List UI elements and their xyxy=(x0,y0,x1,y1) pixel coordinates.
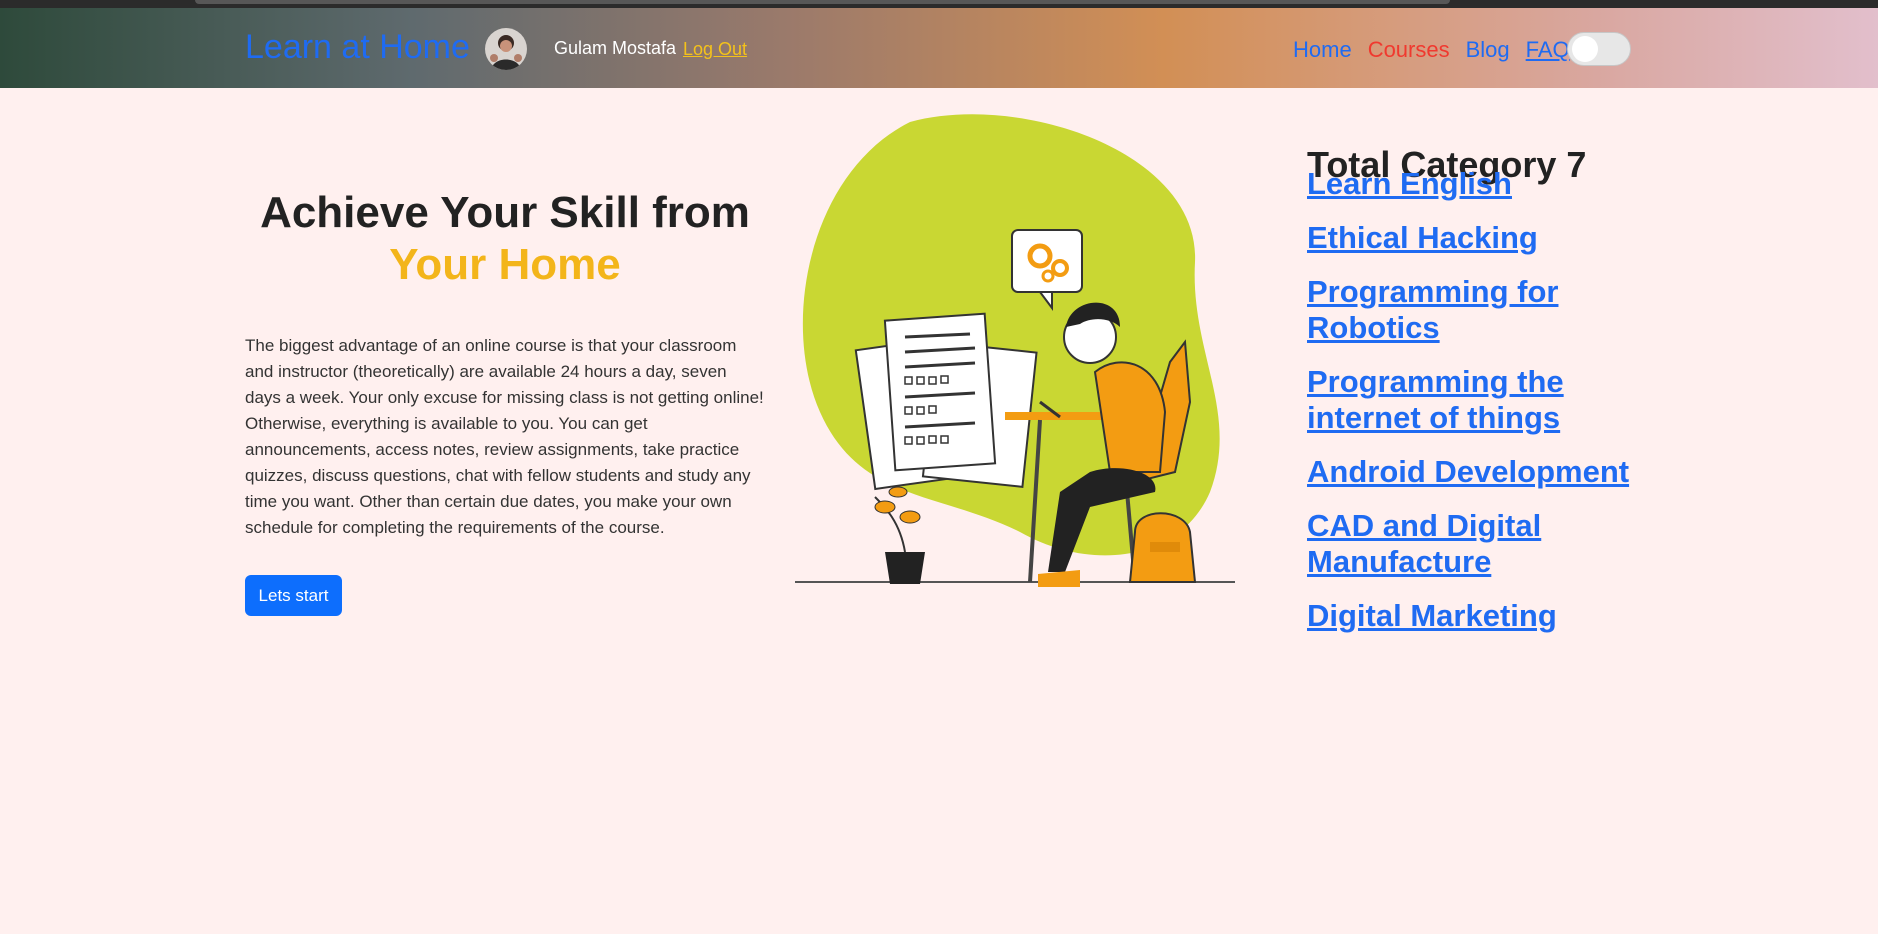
toggle-knob xyxy=(1572,36,1598,62)
category-link-learn-english[interactable]: Learn English xyxy=(1307,166,1637,202)
navbar: Learn at Home Gulam Mostafa Log Out Home… xyxy=(0,8,1878,88)
avatar-photo-icon xyxy=(485,28,527,70)
category-link-digital-marketing[interactable]: Digital Marketing xyxy=(1307,598,1637,634)
theme-toggle[interactable] xyxy=(1567,32,1631,66)
main-nav: Home Courses Blog FAQ xyxy=(1293,37,1580,63)
category-link-programming-iot[interactable]: Programming the internet of things xyxy=(1307,364,1637,436)
backpack-icon xyxy=(1128,512,1197,583)
nav-faq-link[interactable]: FAQ xyxy=(1526,37,1570,63)
student-illustration xyxy=(795,114,1235,587)
hero-title: Achieve Your Skill from Your Home xyxy=(245,187,765,291)
hero-description: The biggest advantage of an online cours… xyxy=(245,336,764,537)
category-link-cad-digital-manufacture[interactable]: CAD and Digital Manufacture xyxy=(1307,508,1637,580)
browser-top-strip xyxy=(0,0,1878,8)
hero-title-line2: Your Home xyxy=(389,240,621,290)
user-avatar xyxy=(485,28,527,70)
logout-link[interactable]: Log Out xyxy=(683,39,747,60)
nav-home-link[interactable]: Home xyxy=(1293,37,1352,63)
lets-start-button[interactable]: Lets start xyxy=(245,575,342,616)
category-list: Learn English Ethical Hacking Programmin… xyxy=(1307,166,1637,652)
hero-title-line1: Achieve Your Skill from xyxy=(260,188,750,238)
nav-courses-link[interactable]: Courses xyxy=(1368,37,1450,63)
brand-logo-link[interactable]: Learn at Home xyxy=(245,28,470,67)
browser-top-bar xyxy=(195,0,1450,4)
category-link-programming-robotics[interactable]: Programming for Robotics xyxy=(1307,274,1637,346)
nav-blog-link[interactable]: Blog xyxy=(1466,37,1510,63)
category-link-ethical-hacking[interactable]: Ethical Hacking xyxy=(1307,220,1637,256)
category-link-android-development[interactable]: Android Development xyxy=(1307,454,1637,490)
user-name: Gulam Mostafa xyxy=(554,38,677,58)
plant-pot-icon xyxy=(874,486,925,584)
